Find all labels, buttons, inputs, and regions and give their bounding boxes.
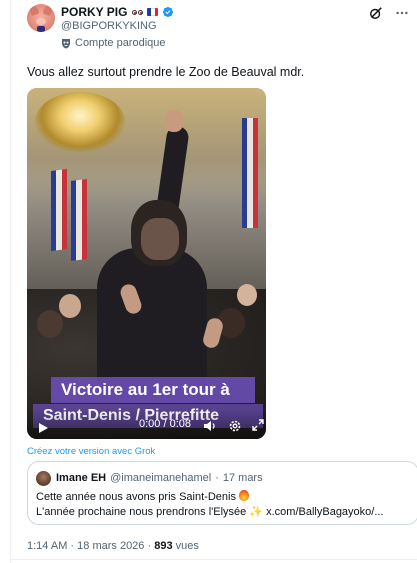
- video-chandelier: [35, 92, 125, 152]
- quoted-text-line1: Cette année nous avons pris Saint-Denis: [36, 490, 250, 503]
- quoted-tweet[interactable]: Imane EH @imaneimanehamel · 17 mars Cett…: [27, 461, 417, 525]
- quoted-author-name[interactable]: Imane EH: [56, 472, 106, 484]
- france-flag-icon: [147, 8, 159, 16]
- quoted-author-handle[interactable]: @imaneimanehamel: [110, 472, 211, 484]
- video-flag-3: [242, 118, 258, 228]
- tweet-time[interactable]: 1:14 AM: [27, 540, 67, 552]
- tweet-post: PORKY PIG @BIGPORKYKING Compte parodique…: [10, 0, 417, 563]
- bottom-divider: [11, 559, 417, 560]
- more-icon[interactable]: [395, 6, 409, 20]
- volume-icon[interactable]: [203, 419, 217, 433]
- author-handle[interactable]: @BIGPORKYKING: [61, 20, 157, 32]
- views-label: vues: [175, 540, 199, 552]
- play-icon[interactable]: [37, 422, 49, 434]
- fire-emoji-icon: [239, 490, 250, 501]
- author-avatar[interactable]: [27, 4, 55, 32]
- fullscreen-icon[interactable]: [252, 419, 264, 431]
- video-crowd-head: [237, 284, 257, 306]
- video-player[interactable]: Victoire au 1er tour à Saint-Denis / Pie…: [27, 88, 266, 439]
- grok-slash-icon[interactable]: [369, 6, 383, 20]
- grok-create-link[interactable]: Créez votre version avec Grok: [27, 446, 155, 457]
- quoted-date[interactable]: 17 mars: [223, 472, 263, 484]
- video-crowd-head: [37, 310, 63, 338]
- video-flag-1: [51, 168, 67, 252]
- avatar-tie: [37, 26, 45, 32]
- author-name-row[interactable]: PORKY PIG: [61, 5, 174, 19]
- quoted-separator: ·: [215, 472, 219, 484]
- parody-label-text: Compte parodique: [75, 37, 166, 49]
- sparkles-emoji-icon: ✨: [249, 506, 264, 518]
- avatar-ear-right: [42, 4, 54, 17]
- quoted-line1-text: Cette année nous avons pris Saint-Denis: [36, 491, 236, 503]
- tweet-date[interactable]: 18 mars 2026: [77, 540, 144, 552]
- quoted-line2-text: L'année prochaine nous prendrons l'Elysé…: [36, 506, 247, 518]
- tweet-footer: 1:14 AM · 18 mars 2026 · 893 vues: [27, 540, 199, 552]
- views-count: 893: [154, 540, 173, 552]
- quoted-text-line2: L'année prochaine nous prendrons l'Elysé…: [36, 505, 384, 518]
- tweet-footer-separator: ·: [147, 540, 152, 552]
- video-ape-body: [97, 248, 207, 398]
- parody-mask-icon: [62, 38, 70, 48]
- quoted-tweet-header: Imane EH @imaneimanehamel · 17 mars: [56, 472, 263, 484]
- quoted-author-avatar[interactable]: [36, 471, 51, 486]
- tweet-footer-separator: ·: [70, 540, 75, 552]
- avatar-ear-left: [28, 4, 40, 17]
- top-actions: [369, 6, 409, 20]
- video-flag-2: [71, 179, 87, 261]
- tweet-text: Vous allez surtout prendre le Zoo de Bea…: [27, 65, 305, 79]
- verified-badge-icon: [163, 6, 174, 18]
- video-caption-line1: Victoire au 1er tour à: [51, 377, 255, 403]
- quoted-link[interactable]: x.com/BallyBagayoko/...: [266, 506, 383, 518]
- eyes-emoji-icon: [132, 9, 144, 15]
- video-time: 0:00 / 0:08: [139, 418, 191, 430]
- video-ape-face: [141, 218, 179, 260]
- video-ape-hand: [165, 110, 183, 132]
- video-crowd-head: [59, 294, 81, 318]
- parody-label: Compte parodique: [61, 37, 166, 49]
- avatar-snout: [36, 18, 46, 25]
- settings-icon[interactable]: [228, 419, 242, 433]
- author-display-name[interactable]: PORKY PIG: [61, 5, 127, 19]
